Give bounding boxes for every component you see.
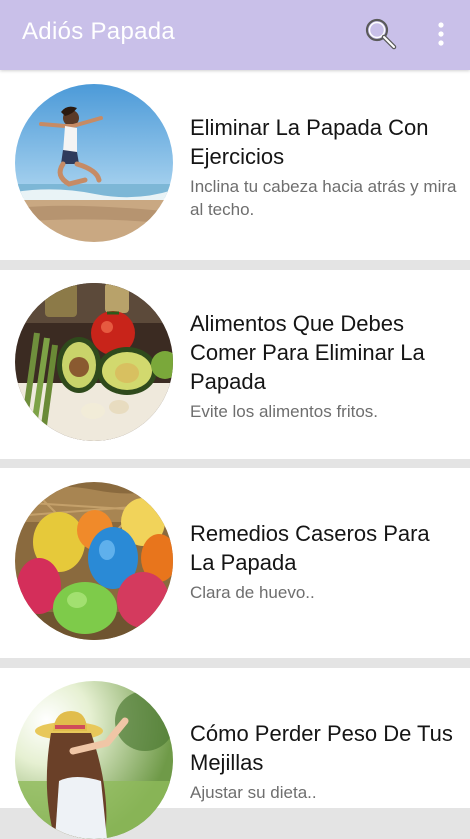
woman-with-hat-image: [15, 681, 173, 839]
article-title: Alimentos Que Debes Comer Para Eliminar …: [190, 311, 425, 394]
article-subtitle: Clara de huevo..: [190, 583, 315, 602]
article-image-food: [15, 283, 173, 441]
article-image-eggs: [15, 482, 173, 640]
article-title: Eliminar La Papada Con Ejercicios: [190, 115, 429, 169]
article-card[interactable]: Eliminar La Papada Con Ejercicios Inclin…: [0, 70, 470, 260]
article-subtitle: Inclina tu cabeza hacia atrás y mira al …: [190, 177, 457, 219]
article-image-woman-hat: [15, 681, 173, 839]
article-image-beach: [15, 84, 173, 242]
search-icon[interactable]: [362, 15, 400, 53]
article-subtitle: Evite los alimentos fritos.: [190, 402, 379, 421]
app-bar: Adiós Papada: [0, 0, 470, 70]
article-card[interactable]: Remedios Caseros Para La Papada Clara de…: [0, 468, 470, 658]
article-title: Remedios Caseros Para La Papada: [190, 521, 430, 575]
article-card[interactable]: Alimentos Que Debes Comer Para Eliminar …: [0, 270, 470, 459]
article-card[interactable]: Cómo Perder Peso De Tus Mejillas Ajustar…: [0, 668, 470, 839]
healthy-food-image: [15, 283, 173, 441]
colored-eggs-image: [15, 482, 173, 640]
article-subtitle: Ajustar su dieta..: [190, 783, 317, 802]
app-title: Adiós Papada: [22, 18, 176, 45]
woman-jumping-beach-image: [15, 84, 173, 242]
article-title: Cómo Perder Peso De Tus Mejillas: [190, 721, 453, 775]
more-vert-icon[interactable]: [428, 17, 454, 51]
